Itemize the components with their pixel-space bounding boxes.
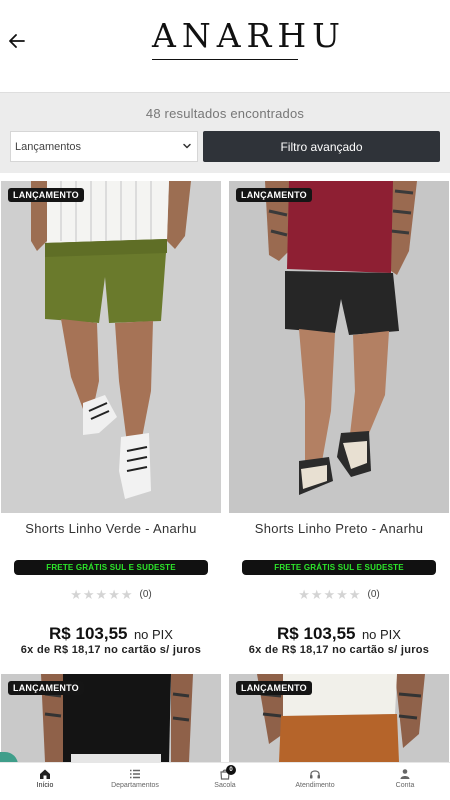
logo-underline <box>152 59 298 60</box>
star-icon: ★ <box>310 587 323 602</box>
free-shipping-banner: FRETE GRÁTIS SUL E SUDESTE <box>14 560 208 575</box>
user-icon <box>400 769 410 779</box>
sort-select[interactable]: Lançamentos <box>10 131 198 162</box>
header: ANARHU <box>0 0 450 92</box>
star-icon: ★ <box>95 587 108 602</box>
nav-label: Conta <box>395 782 415 789</box>
product-image[interactable]: LANÇAMENTO <box>1 674 221 762</box>
star-icon: ★ <box>298 587 310 602</box>
nav-label: Departamentos <box>111 782 159 789</box>
launch-badge: LANÇAMENTO <box>8 188 84 202</box>
results-count: 48 resultados encontrados <box>145 106 305 121</box>
advanced-filter-label: Filtro avançado <box>280 139 363 154</box>
free-shipping-banner: FRETE GRÁTIS SUL E SUDESTE <box>242 560 436 575</box>
nav-label: Início <box>36 782 54 789</box>
product-title[interactable]: Shorts Linho Verde - Anarhu <box>1 521 221 536</box>
nav-item-departments[interactable]: Departamentos <box>90 763 180 800</box>
sort-select-value: Lançamentos <box>15 140 82 153</box>
nav-label: Sacola <box>214 782 236 789</box>
product-photo-green-shorts <box>1 181 221 513</box>
home-icon <box>40 769 50 779</box>
advanced-filter-button[interactable]: Filtro avançado <box>203 131 440 162</box>
product-price: R$ 103,55 <box>49 624 128 643</box>
product-card[interactable]: LANÇAMENTO <box>1 674 221 762</box>
product-image[interactable]: LANÇAMENTO <box>229 181 449 513</box>
star-icon: ★ <box>70 587 82 602</box>
price-row: R$ 103,55 no PIX <box>1 624 221 644</box>
nav-item-home[interactable]: Início <box>0 763 90 800</box>
rating-count: (0) <box>139 589 152 600</box>
filter-panel: 48 resultados encontrados Lançamentos Fi… <box>0 92 450 173</box>
product-card[interactable]: LANÇAMENTO <box>229 674 449 762</box>
launch-badge: LANÇAMENTO <box>236 681 312 695</box>
bottom-nav: Início Departamentos 0 Sacola Atendiment… <box>0 762 450 800</box>
installments-text: 6x de R$ 18,17 no cartão s/ juros <box>248 644 430 656</box>
nav-label: Atendimento <box>295 782 335 789</box>
brand-logo-text: ANARHU <box>152 16 346 55</box>
headset-icon <box>310 770 320 779</box>
star-icon: ★ <box>336 587 348 602</box>
launch-badge: LANÇAMENTO <box>8 681 84 695</box>
brand-logo[interactable]: ANARHU <box>152 16 346 62</box>
product-card[interactable]: LANÇAMENTO Shorts Linho Verde - Anarhu F… <box>1 181 221 661</box>
product-card[interactable]: LANÇAMENTO Shorts Linho Preto - Anarhu F… <box>229 181 449 661</box>
list-icon <box>130 769 140 779</box>
product-image[interactable]: LANÇAMENTO <box>229 674 449 762</box>
product-rating: ★ ★ ★ ★ ★ (0) <box>1 588 221 601</box>
product-photo-black-shorts <box>229 181 449 513</box>
launch-badge: LANÇAMENTO <box>236 188 312 202</box>
star-icon: ★ <box>108 587 120 602</box>
product-image[interactable]: LANÇAMENTO <box>1 181 221 513</box>
star-icon: ★ <box>323 587 336 602</box>
product-price: R$ 103,55 <box>277 624 356 643</box>
chevron-down-icon <box>183 143 191 149</box>
price-suffix: no PIX <box>133 627 173 642</box>
star-icon: ★ <box>348 587 361 602</box>
app-root: ANARHU 48 resultados encontrados Lançame… <box>0 0 450 800</box>
price-suffix: no PIX <box>361 627 401 642</box>
arrow-left-icon <box>9 34 25 48</box>
cart-count-badge: 0 <box>226 765 236 775</box>
back-button[interactable] <box>6 30 28 52</box>
star-icon: ★ <box>120 587 133 602</box>
product-rating: ★ ★ ★ ★ ★ (0) <box>229 588 449 601</box>
nav-item-support[interactable]: Atendimento <box>270 763 360 800</box>
nav-item-account[interactable]: Conta <box>360 763 450 800</box>
product-title[interactable]: Shorts Linho Preto - Anarhu <box>229 521 449 536</box>
star-icon: ★ <box>82 587 95 602</box>
rating-count: (0) <box>367 589 380 600</box>
installments-text: 6x de R$ 18,17 no cartão s/ juros <box>20 644 202 656</box>
nav-item-bag[interactable]: 0 Sacola <box>180 763 270 800</box>
price-row: R$ 103,55 no PIX <box>229 624 449 644</box>
